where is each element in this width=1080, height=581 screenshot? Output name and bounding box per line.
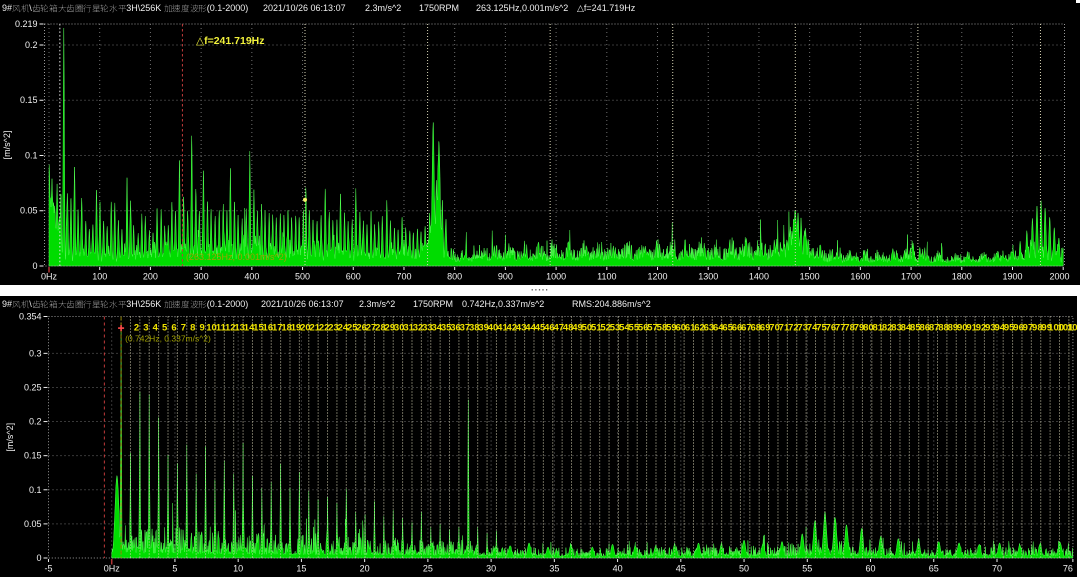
spectrum-plot-top[interactable]: 0 0.05 0.1 0.15 0.2 0.219 0Hz 100 200 300 400 500 60… bbox=[0, 16, 1080, 285]
top-speed-rpm: 1750RPM bbox=[419, 3, 459, 13]
bottom-datetime: 2021/10/26 06:13:07 bbox=[261, 299, 344, 309]
x-tick-label: 55 bbox=[802, 564, 812, 574]
x-tick-label: 500 bbox=[295, 272, 310, 282]
y-tick-label: 0.1 bbox=[25, 150, 38, 160]
x-tick-label: 15 bbox=[296, 564, 306, 574]
x-tick-label: 700 bbox=[396, 272, 411, 282]
corner-artifact bbox=[1076, 0, 1080, 3]
bottom-margin-strip bbox=[0, 577, 1080, 581]
spectrum-plot-bottom[interactable]: 0 0.05 0.1 0.15 0.2 0.25 0.3 0.354 -5 0Hz 5 10 15 20 2… bbox=[0, 312, 1080, 581]
delta-f-annotation: △f=241.719Hz bbox=[196, 35, 265, 47]
x-tick-label: -5 bbox=[44, 564, 52, 574]
y-tick-label: 0.1 bbox=[29, 485, 42, 495]
y-tick-label: 0 bbox=[32, 261, 37, 271]
y-tick-label: 0.354 bbox=[19, 312, 42, 322]
bottom-cursor-readout: 0.742Hz,0.337m/s^2 bbox=[462, 299, 544, 309]
x-tick-label: 1300 bbox=[698, 272, 718, 282]
x-tick-label: 20 bbox=[360, 564, 370, 574]
x-tick-label: 65 bbox=[929, 564, 939, 574]
x-tick-label: 300 bbox=[194, 272, 209, 282]
x-tick-label: 400 bbox=[244, 272, 259, 282]
cursor-readout-annotation-bottom: (0.742Hz, 0.337m/s^2) bbox=[125, 334, 211, 344]
y-tick-label: 0.25 bbox=[24, 382, 42, 392]
y-axis-unit-label: [m/s^2] bbox=[2, 131, 12, 160]
top-channel-title: 9#\3H\256K (0.1-2000) bbox=[2, 3, 248, 13]
x-tick-label: 800 bbox=[447, 272, 462, 282]
y-tick-label: 0.15 bbox=[20, 95, 38, 105]
top-peak-amplitude: 2.3m/s^2 bbox=[365, 3, 401, 13]
x-tick-label: 30 bbox=[486, 564, 496, 574]
x-tick-label: 40 bbox=[613, 564, 623, 574]
top-delta-readout: △f=241.719Hz bbox=[577, 3, 635, 13]
x-tick-label: 1500 bbox=[800, 272, 820, 282]
x-tick-label: 25 bbox=[423, 564, 433, 574]
y-tick-label: 0.05 bbox=[24, 519, 42, 529]
x-tick-label: 35 bbox=[549, 564, 559, 574]
y-tick-label: 0.2 bbox=[29, 417, 42, 427]
harmonic-number-label: 5 bbox=[162, 323, 168, 334]
x-tick-label: 600 bbox=[346, 272, 361, 282]
x-tick-label: 1600 bbox=[850, 272, 870, 282]
bottom-channel-title: 9#\3H\256K (0.1-2000) bbox=[2, 299, 248, 309]
bottom-panel-header: 9#\3H\256K (0.1-2000) 2021/10/26 06:13:0… bbox=[0, 296, 1080, 312]
x-tick-label: 45 bbox=[676, 564, 686, 574]
splitter-handle[interactable]: ····· bbox=[0, 285, 1080, 297]
x-tick-label: 100 bbox=[92, 272, 107, 282]
x-tick-label: 1200 bbox=[648, 272, 668, 282]
y-tick-label: 0.05 bbox=[20, 206, 38, 216]
x-tick-label: 1800 bbox=[952, 272, 972, 282]
x-tick-label: 10 bbox=[233, 564, 243, 574]
top-datetime: 2021/10/26 06:13:07 bbox=[263, 3, 346, 13]
sideband-marker-dot[interactable] bbox=[303, 198, 307, 202]
x-tick-label: 0Hz bbox=[104, 564, 121, 574]
harmonic-number-label: 9 bbox=[200, 323, 205, 334]
x-tick-label: 0Hz bbox=[41, 272, 58, 282]
harmonic-number-label: 8 bbox=[190, 323, 195, 334]
y-tick-label: 0 bbox=[36, 553, 41, 563]
x-tick-label: 1000 bbox=[546, 272, 566, 282]
bottom-peak-amplitude: 2.3m/s^2 bbox=[359, 299, 395, 309]
x-tick-label: 70 bbox=[992, 564, 1002, 574]
x-tick-label: 1400 bbox=[749, 272, 769, 282]
y-tick-label: 0.219 bbox=[15, 19, 38, 29]
x-tick-label: 5 bbox=[172, 564, 177, 574]
harmonic-number-label: 2 bbox=[134, 323, 139, 334]
bottom-speed-rpm: 1750RPM bbox=[413, 299, 453, 309]
top-panel-header: 9#\3H\256K (0.1-2000) 2021/10/26 06:13:0… bbox=[0, 0, 1080, 16]
splitter-dots-icon: ····· bbox=[531, 285, 549, 296]
top-cursor-readout: 263.125Hz,0.001m/s^2 bbox=[476, 3, 568, 13]
x-tick-label: 200 bbox=[143, 272, 158, 282]
vibration-analyzer-window: 9#\3H\256K (0.1-2000) 2021/10/26 06:13:0… bbox=[0, 0, 1080, 581]
y-tick-label: 0.2 bbox=[25, 40, 38, 50]
harmonic-number-label: 4 bbox=[153, 323, 159, 334]
x-tick-label: 1900 bbox=[1002, 272, 1022, 282]
x-tick-label: 1700 bbox=[901, 272, 921, 282]
x-tick-label: 900 bbox=[498, 272, 513, 282]
y-axis-unit-label: [m/s^2] bbox=[5, 423, 15, 452]
x-tick-label: 2000 bbox=[1049, 272, 1069, 282]
x-tick-label: 76 bbox=[1063, 564, 1073, 574]
harmonic-number-label: 3 bbox=[143, 323, 148, 334]
x-tick-label: 50 bbox=[739, 564, 749, 574]
x-tick-label: 1100 bbox=[597, 272, 616, 282]
harmonic-number-label: 7 bbox=[181, 323, 186, 334]
y-tick-label: 0.15 bbox=[24, 451, 42, 461]
harmonic-number-label: 6 bbox=[171, 323, 176, 334]
cursor-readout-annotation: (263.125Hz, 0.001m/s^2) bbox=[186, 252, 287, 262]
y-tick-label: 0.3 bbox=[29, 348, 42, 358]
bottom-rms-readout: RMS:204.886m/s^2 bbox=[572, 299, 651, 309]
x-tick-label: 60 bbox=[866, 564, 876, 574]
